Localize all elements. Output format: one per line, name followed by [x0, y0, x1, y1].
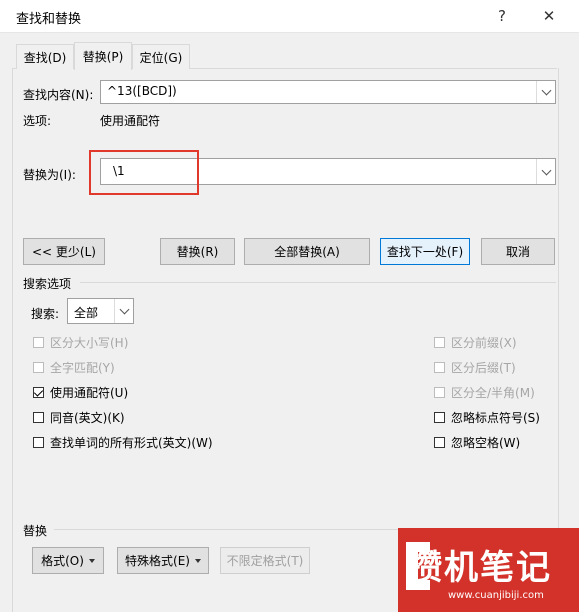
ignore-whitespace-checkbox[interactable]: 忽略空格(W)	[434, 434, 520, 451]
replace-button[interactable]: 替换(R)	[160, 238, 235, 265]
cancel-button[interactable]: 取消	[481, 238, 555, 265]
format-label: 格式(O)	[41, 554, 84, 568]
chevron-down-icon	[541, 85, 551, 96]
checkbox-label: 区分后缀(T)	[451, 361, 516, 375]
find-value: ^13([BCD])	[107, 84, 177, 98]
find-input[interactable]: ^13([BCD])	[100, 80, 556, 104]
search-options-heading: 搜索选项	[23, 277, 72, 291]
tab-replace[interactable]: 替换(P)	[74, 42, 132, 70]
chevron-down-icon	[119, 304, 129, 315]
match-width-checkbox[interactable]: 区分全/半角(M)	[434, 384, 535, 401]
checkbox-box	[33, 337, 44, 348]
dropdown-triangle-icon	[88, 558, 95, 563]
special-format-label: 特殊格式(E)	[125, 554, 190, 568]
options-label: 选项:	[23, 114, 52, 128]
ignore-punctuation-checkbox[interactable]: 忽略标点符号(S)	[434, 409, 540, 426]
tab-find[interactable]: 查找(D)	[16, 44, 74, 69]
find-next-button[interactable]: 查找下一处(F)	[380, 238, 470, 265]
checkbox-label: 忽略空格(W)	[451, 436, 521, 450]
wildcards-checkbox[interactable]: 使用通配符(U)	[33, 384, 128, 401]
sounds-like-checkbox[interactable]: 同音(英文)(K)	[33, 409, 125, 426]
search-direction-arrow[interactable]	[114, 299, 133, 323]
replace-dropdown-arrow[interactable]	[536, 159, 555, 184]
watermark-url: www.cuanjibiji.com	[448, 590, 544, 601]
options-value: 使用通配符	[100, 114, 161, 128]
special-format-button[interactable]: 特殊格式(E)	[117, 547, 209, 574]
checkbox-box	[434, 387, 445, 398]
search-direction-value: 全部	[74, 306, 99, 320]
checkbox-box	[33, 412, 44, 423]
checkbox-box	[33, 386, 44, 398]
help-button[interactable]: ?	[480, 2, 524, 30]
replace-all-button[interactable]: 全部替换(A)	[244, 238, 370, 265]
checkbox-label: 区分全/半角(M)	[451, 386, 535, 400]
checkbox-label: 查找单词的所有形式(英文)(W)	[50, 436, 213, 450]
chevron-down-icon	[541, 165, 551, 175]
dropdown-triangle-icon	[194, 558, 201, 563]
search-direction-label: 搜索:	[31, 307, 60, 321]
checkbox-label: 区分前缀(X)	[451, 336, 517, 350]
checkbox-label: 忽略标点符号(S)	[451, 411, 540, 425]
checkbox-box	[434, 412, 445, 423]
section-divider	[80, 282, 556, 283]
checkbox-box	[33, 437, 44, 448]
close-button[interactable]: ✕	[527, 2, 571, 30]
format-button[interactable]: 格式(O)	[32, 547, 104, 574]
match-case-checkbox[interactable]: 区分大小写(H)	[33, 334, 128, 351]
watermark-text: 攒机笔记	[408, 548, 552, 588]
checkbox-label: 区分大小写(H)	[50, 336, 129, 350]
checkbox-label: 使用通配符(U)	[50, 386, 129, 400]
tab-goto[interactable]: 定位(G)	[132, 44, 190, 69]
checkbox-label: 全字匹配(Y)	[50, 361, 115, 375]
checkbox-box	[33, 362, 44, 373]
replace-section-heading: 替换	[23, 524, 48, 538]
replace-label: 替换为(I):	[23, 168, 76, 182]
match-prefix-checkbox[interactable]: 区分前缀(X)	[434, 334, 517, 351]
check-icon	[33, 386, 44, 397]
checkbox-box	[434, 437, 445, 448]
find-dropdown-arrow[interactable]	[536, 81, 555, 103]
find-label: 查找内容(N):	[23, 88, 94, 102]
checkbox-label: 同音(英文)(K)	[50, 411, 125, 425]
less-button[interactable]: << 更少(L)	[23, 238, 105, 265]
no-formatting-button[interactable]: 不限定格式(T)	[220, 547, 310, 574]
checkbox-box	[434, 362, 445, 373]
all-word-forms-checkbox[interactable]: 查找单词的所有形式(英文)(W)	[33, 434, 213, 451]
whole-word-checkbox[interactable]: 全字匹配(Y)	[33, 359, 115, 376]
checkbox-box	[434, 337, 445, 348]
highlight-annotation	[89, 150, 199, 195]
search-direction-select[interactable]: 全部	[67, 298, 134, 324]
match-suffix-checkbox[interactable]: 区分后缀(T)	[434, 359, 516, 376]
window-title: 查找和替换	[16, 12, 82, 27]
